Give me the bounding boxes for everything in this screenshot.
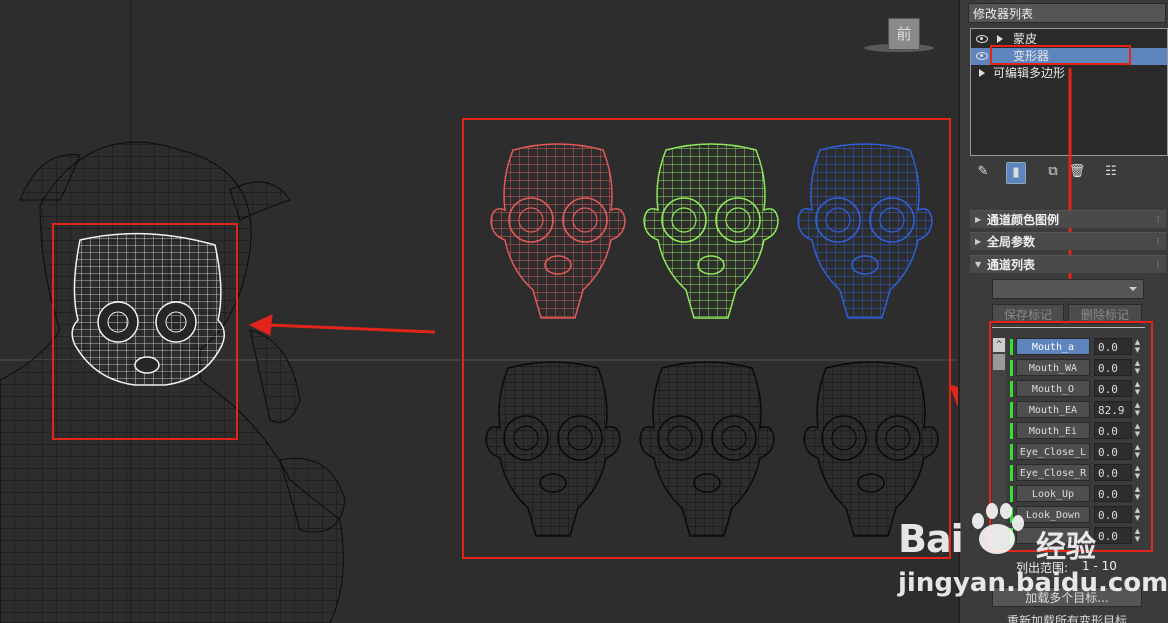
eye-icon[interactable] (976, 52, 988, 60)
channel-value-input[interactable]: 0.0 (1094, 443, 1132, 460)
front-viewport[interactable]: 前 (0, 0, 958, 623)
channel-status (1010, 402, 1013, 418)
channel-row: Eye_Close_R 0.0 ▲ ▼ (1010, 463, 1140, 482)
channel-name-button[interactable]: Eye_Close_R (1016, 464, 1090, 481)
divider (992, 327, 1145, 328)
channel-name-button[interactable]: Eye_Close_L (1016, 443, 1090, 460)
grip-icon: ⋮ (1154, 237, 1162, 246)
stack-item-label: 变形器 (1013, 49, 1050, 63)
modifier-list-dropdown[interactable]: 修改器列表 (968, 3, 1166, 23)
eye-icon[interactable] (976, 35, 988, 43)
rollout-global-params[interactable]: ▶ 全局参数 ⋮ (970, 232, 1166, 250)
spinner-icon[interactable]: ▲ ▼ (1133, 422, 1142, 439)
grip-icon: ⋮ (1154, 260, 1162, 269)
spinner-icon[interactable]: ▲ ▼ (1133, 380, 1142, 397)
channel-row: Eye_Close_L 0.0 ▲ ▼ (1010, 442, 1140, 461)
viewport-canvas (0, 0, 958, 623)
spinner-icon[interactable]: ▲ ▼ (1133, 338, 1142, 355)
channel-status (1010, 444, 1013, 460)
selected-head-wireframe (71, 232, 225, 386)
save-marker-button[interactable]: 保存标记 (992, 304, 1064, 324)
expand-arrow-icon[interactable] (997, 35, 1003, 43)
grip-icon: ⋮ (1154, 215, 1162, 224)
channel-name-button[interactable]: Mouth_Ei (1016, 422, 1090, 439)
collapse-arrow-icon: ▶ (975, 237, 982, 246)
channel-name-button[interactable]: Mouth_O (1016, 380, 1090, 397)
channel-row: Mouth_Ei 0.0 ▲ ▼ (1010, 421, 1140, 440)
morph-target-head-red (490, 143, 626, 319)
stack-item-skin[interactable]: 蒙皮 (971, 31, 1167, 48)
channel-value-input[interactable]: 0.0 (1094, 359, 1132, 376)
spinner-icon[interactable]: ▲ ▼ (1133, 401, 1142, 418)
morph-target-head-1 (485, 361, 621, 537)
channel-row: Mouth_WA 0.0 ▲ ▼ (1010, 358, 1140, 377)
spinner-icon[interactable]: ▲ ▼ (1133, 527, 1142, 544)
annotation-arrow-left (248, 314, 436, 336)
channel-row: Mouth_EA 82.9 ▲ ▼ (1010, 400, 1140, 419)
channel-value-input[interactable]: 0.0 (1094, 527, 1132, 544)
rollout-title: 通道列表 (987, 258, 1036, 272)
spinner-icon[interactable]: ▲ ▼ (1133, 359, 1142, 376)
rollout-channel-color-legend[interactable]: ▶ 通道颜色图例 ⋮ (970, 210, 1166, 228)
stack-toolbar: ✎ ▮ ⧉ 🗑 ☷ (972, 162, 1122, 184)
morph-target-head-green (643, 143, 779, 319)
stack-item-morpher[interactable]: 变形器 (971, 48, 1167, 65)
channel-row: Mouth_a 0.0 ▲ ▼ (1010, 337, 1140, 356)
list-range-value: 1 - 10 (1082, 559, 1117, 573)
channel-status (1010, 465, 1013, 481)
spinner-icon[interactable]: ▲ ▼ (1133, 443, 1142, 460)
expand-arrow-icon: ▼ (975, 260, 982, 269)
morph-target-head-blue (797, 143, 933, 319)
view-cube[interactable]: 前 (888, 18, 920, 50)
channel-name-button[interactable]: Mouth_WA (1016, 359, 1090, 376)
reload-all-targets-button[interactable]: 重新加载所有变形目标 (992, 611, 1142, 623)
load-multiple-targets-button[interactable]: 加载多个目标... (992, 587, 1142, 607)
channel-status (1010, 339, 1013, 355)
configure-icon[interactable]: ☷ (1102, 162, 1120, 182)
channel-value-input[interactable]: 0.0 (1094, 464, 1132, 481)
delete-marker-button[interactable]: 删除标记 (1068, 304, 1142, 324)
channel-value-input[interactable]: 0.0 (1094, 506, 1132, 523)
stack-item-label: 蒙皮 (1013, 32, 1038, 46)
channel-status (1010, 360, 1013, 376)
spinner-icon[interactable]: ▲ ▼ (1133, 506, 1142, 523)
show-end-result-icon[interactable]: ▮ (1006, 162, 1026, 184)
rollout-title: 全局参数 (987, 235, 1036, 249)
channel-name-button[interactable]: Mouth_a (1016, 338, 1090, 355)
channel-status (1010, 423, 1013, 439)
channel-value-input[interactable]: 0.0 (1094, 338, 1132, 355)
channel-status (1010, 381, 1013, 397)
morph-target-head-2 (639, 361, 775, 537)
list-range-label: 列出范围: (1016, 561, 1069, 575)
marker-dropdown[interactable] (992, 279, 1144, 299)
morph-target-head-3 (803, 361, 939, 537)
annotation-arrow-right (949, 384, 958, 407)
channel-value-input[interactable]: 0.0 (1094, 422, 1132, 439)
rollout-channel-list[interactable]: ▼ 通道列表 ⋮ (970, 255, 1166, 273)
spinner-icon[interactable]: ▲ ▼ (1133, 485, 1142, 502)
pin-icon[interactable]: ✎ (974, 162, 992, 182)
spinner-icon[interactable]: ▲ ▼ (1133, 464, 1142, 481)
stack-item-label: 可编辑多边形 (993, 66, 1066, 80)
collapse-arrow-icon: ▶ (975, 215, 982, 224)
rollout-title: 通道颜色图例 (987, 213, 1060, 227)
expand-arrow-icon[interactable] (979, 69, 985, 77)
channel-row: Mouth_O 0.0 ▲ ▼ (1010, 379, 1140, 398)
paw-icon (972, 503, 1024, 554)
channel-value-input[interactable]: 82.9 (1094, 401, 1132, 418)
channel-value-input[interactable]: 0.0 (1094, 485, 1132, 502)
channel-name-button[interactable]: Mouth_EA (1016, 401, 1090, 418)
channel-value-input[interactable]: 0.0 (1094, 380, 1132, 397)
